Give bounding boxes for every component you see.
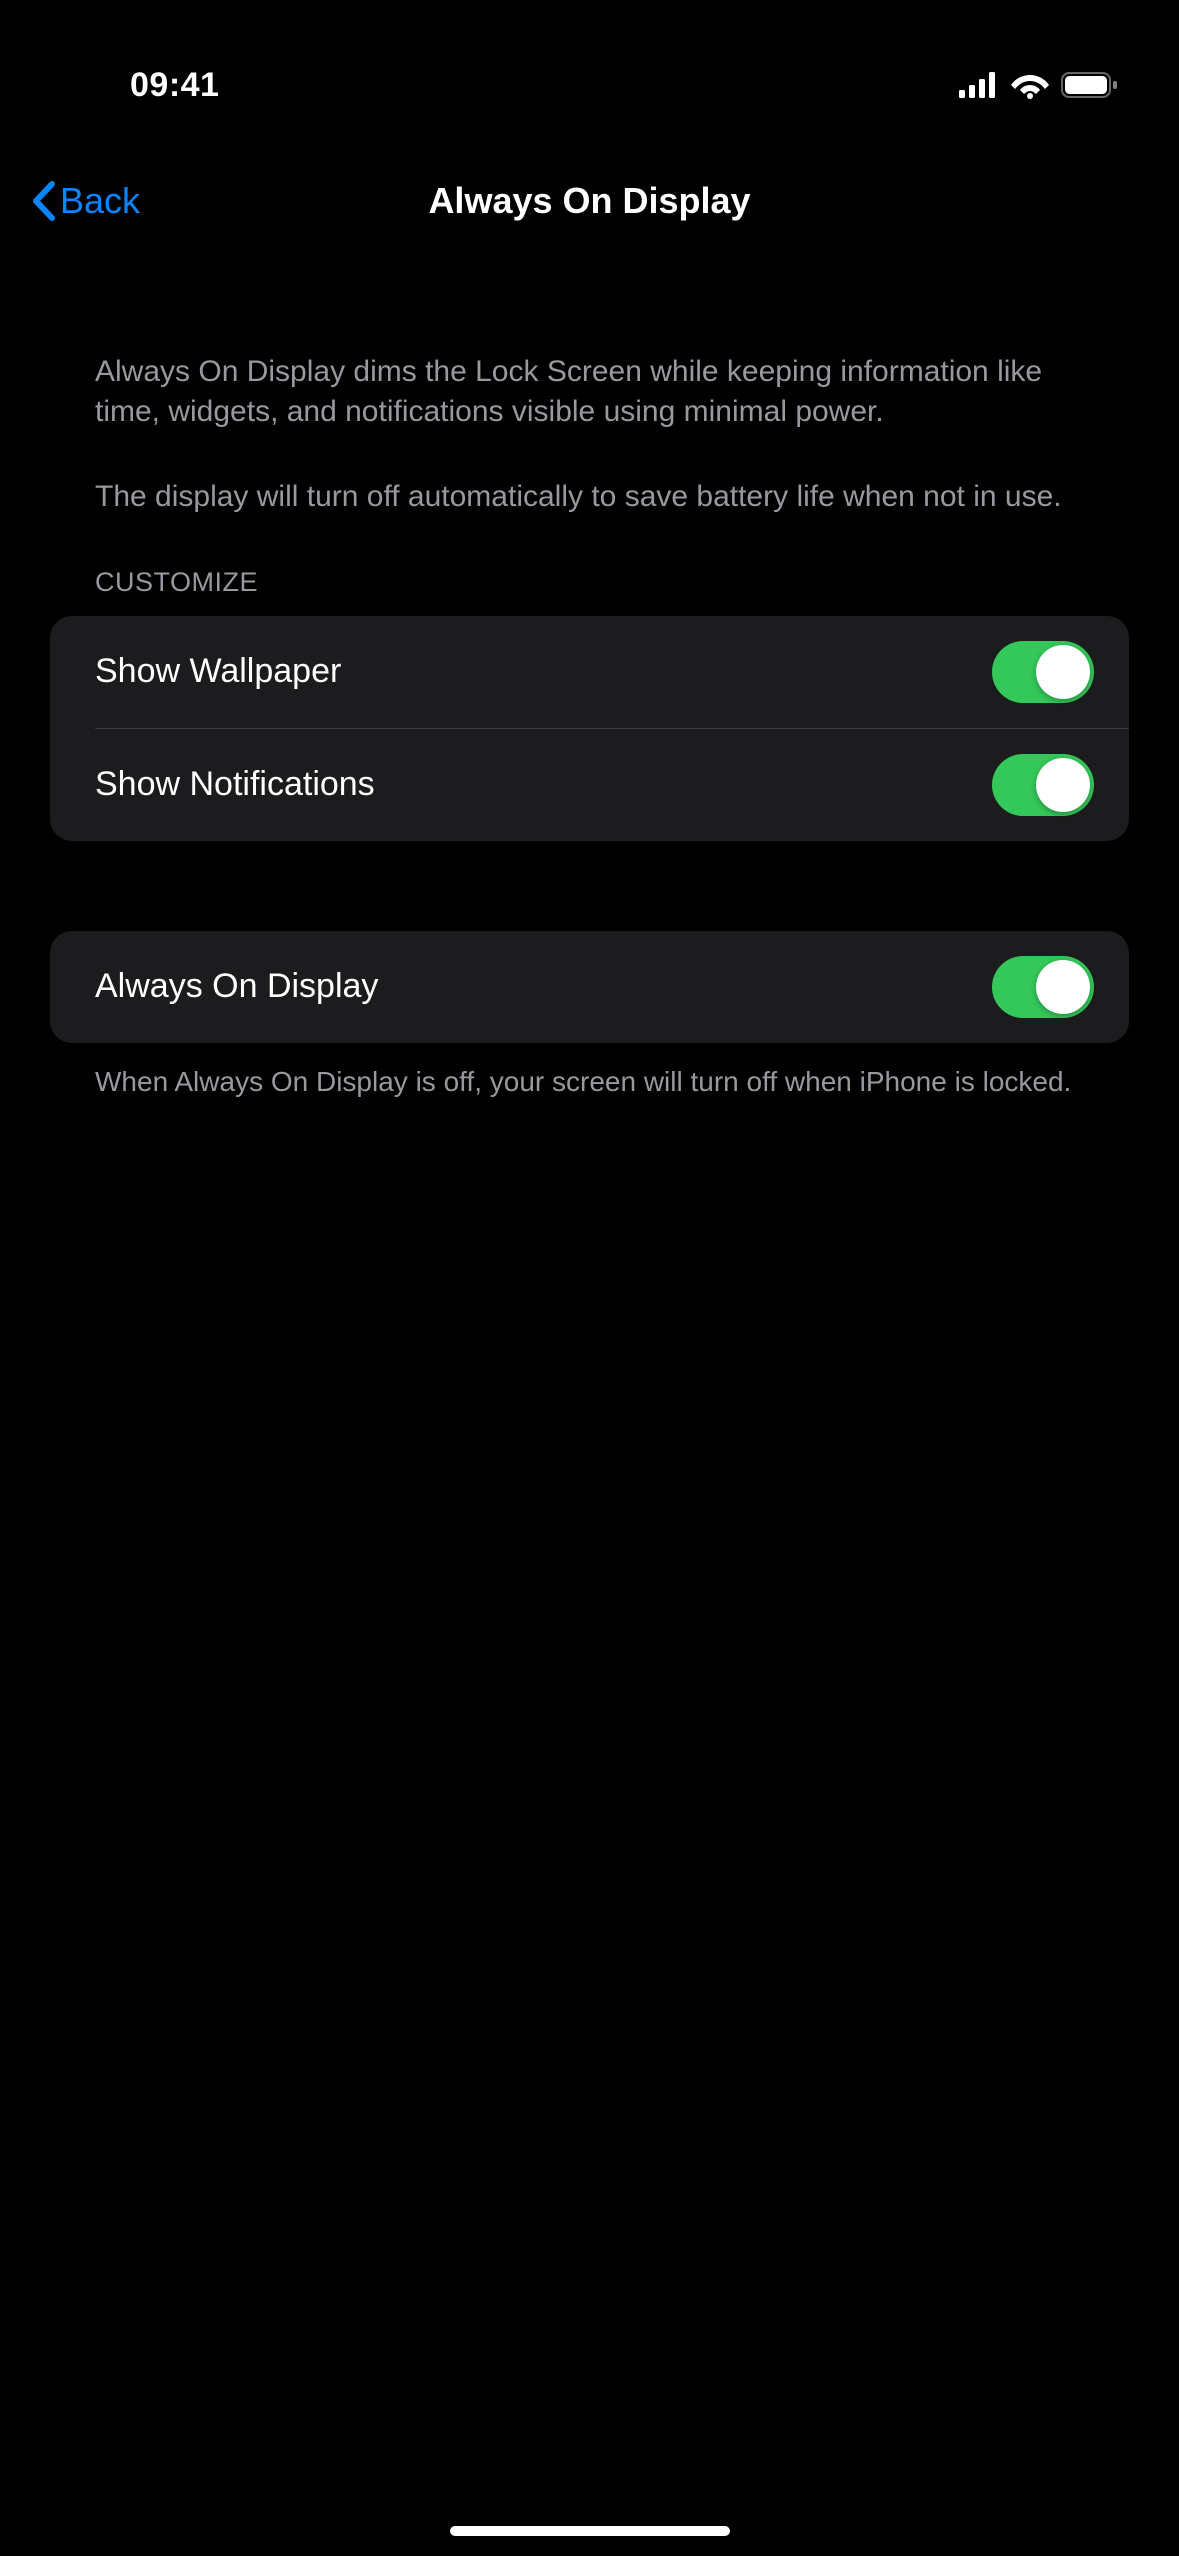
show-wallpaper-toggle[interactable] xyxy=(992,641,1094,703)
wifi-icon xyxy=(1011,71,1049,99)
status-icons xyxy=(959,71,1119,99)
customize-section-header: CUSTOMIZE xyxy=(50,567,1129,598)
status-time: 09:41 xyxy=(130,66,219,105)
chevron-left-icon xyxy=(30,180,56,222)
show-wallpaper-label: Show Wallpaper xyxy=(95,652,341,691)
always-on-display-toggle[interactable] xyxy=(992,956,1094,1018)
back-button[interactable]: Back xyxy=(30,180,140,222)
show-wallpaper-row: Show Wallpaper xyxy=(50,616,1129,728)
page-title: Always On Display xyxy=(428,180,750,222)
show-notifications-row: Show Notifications xyxy=(50,729,1129,841)
description-paragraph-1: Always On Display dims the Lock Screen w… xyxy=(50,352,1129,432)
show-notifications-toggle[interactable] xyxy=(992,754,1094,816)
always-on-display-label: Always On Display xyxy=(95,967,378,1006)
description-paragraph-2: The display will turn off automatically … xyxy=(50,477,1129,517)
toggle-knob xyxy=(1036,645,1090,699)
toggle-knob xyxy=(1036,960,1090,1014)
footer-text: When Always On Display is off, your scre… xyxy=(50,1043,1129,1101)
always-on-display-row: Always On Display xyxy=(50,931,1129,1043)
content: Always On Display dims the Lock Screen w… xyxy=(0,252,1179,1100)
battery-icon xyxy=(1061,71,1119,99)
always-on-display-group: Always On Display xyxy=(50,931,1129,1043)
back-label: Back xyxy=(60,180,140,222)
home-indicator[interactable] xyxy=(450,2526,730,2536)
show-notifications-label: Show Notifications xyxy=(95,765,375,804)
navigation-bar: Back Always On Display xyxy=(0,130,1179,252)
cellular-signal-icon xyxy=(959,72,999,98)
status-bar: 09:41 xyxy=(0,0,1179,130)
customize-group: Show Wallpaper Show Notifications xyxy=(50,616,1129,841)
toggle-knob xyxy=(1036,758,1090,812)
